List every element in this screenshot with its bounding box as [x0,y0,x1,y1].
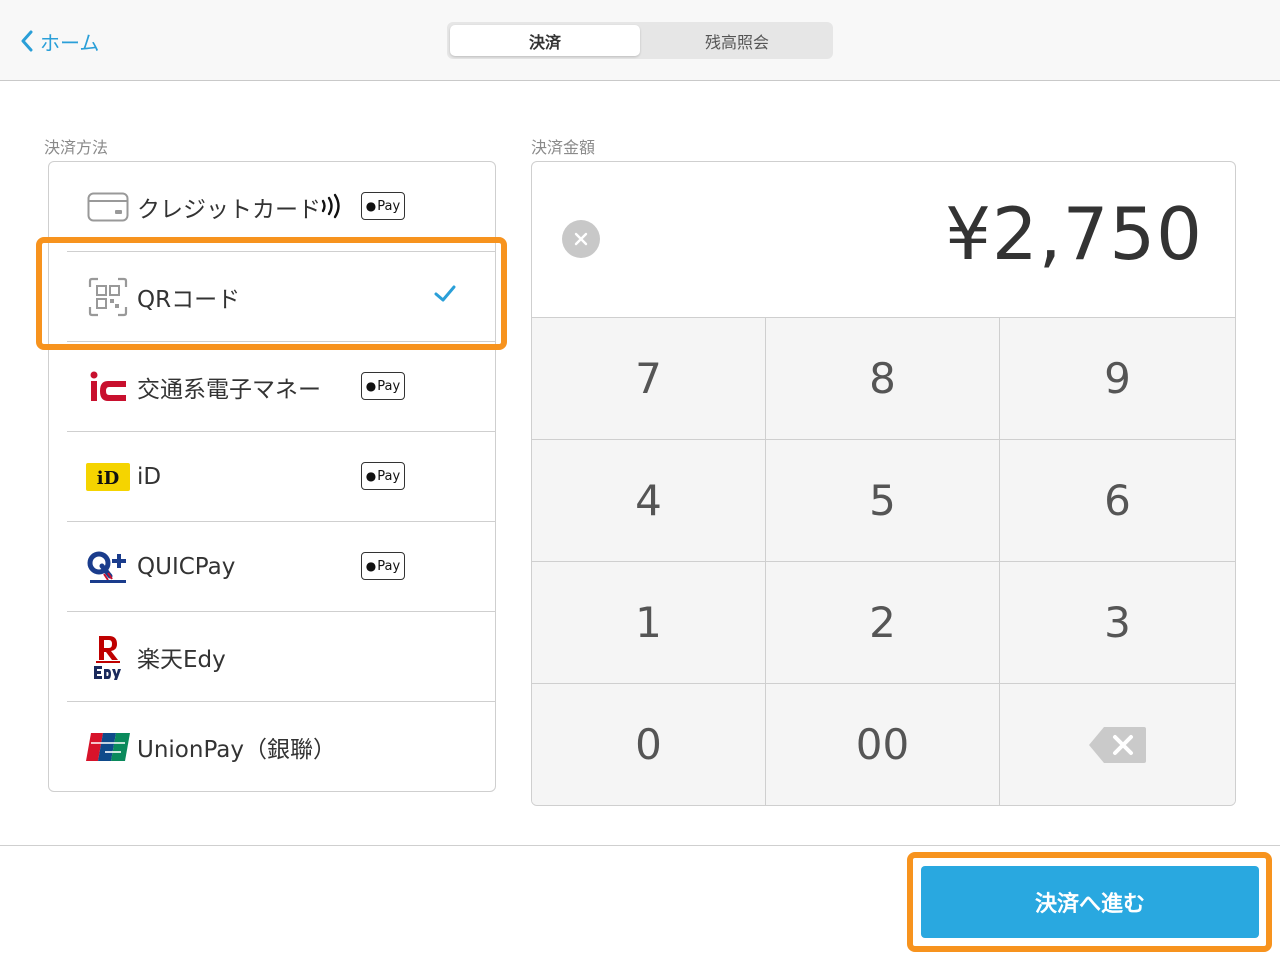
transit-ic-icon [85,364,131,410]
method-label: 交通系電子マネー [137,377,321,403]
apple-logo-icon: ● [365,559,377,573]
key-1[interactable]: 1 [532,562,766,684]
apple-pay-badge: ● Pay [361,462,405,490]
payment-method-list: クレジットカード ● Pay QRコード 交通系電子マネー ● Pay iD i… [48,161,496,792]
method-label: クレジットカード [137,197,321,223]
back-button[interactable]: ホーム [20,26,99,56]
close-icon [574,232,588,246]
method-transit-ic[interactable]: 交通系電子マネー ● Pay [49,342,495,432]
method-credit-card[interactable]: クレジットカード ● Pay [49,162,495,252]
key-8[interactable]: 8 [766,318,1000,440]
apple-pay-badge: ● Pay [361,372,405,400]
key-2[interactable]: 2 [766,562,1000,684]
tab-payment[interactable]: 決済 [450,25,640,56]
method-label: QRコード [137,287,241,313]
rakuten-edy-logo-icon [85,634,131,680]
method-quicpay[interactable]: QUICPay ● Pay [49,522,495,612]
method-id[interactable]: iD iD ● Pay [49,432,495,522]
tab-balance-inquiry[interactable]: 残高照会 [642,25,832,56]
amount-display-row: ¥2,750 [532,162,1235,318]
apple-pay-text: Pay [377,378,401,394]
payment-method-heading: 決済方法 [44,138,109,157]
svg-text:iD: iD [97,468,119,489]
credit-card-icon [85,184,131,230]
method-label: UnionPay（銀聯） [137,737,336,763]
backspace-icon [1088,726,1146,763]
key-6[interactable]: 6 [1000,440,1235,562]
key-0[interactable]: 0 [532,684,766,805]
method-label: 楽天Edy [137,647,226,673]
clear-amount-button[interactable] [562,220,600,258]
key-4[interactable]: 4 [532,440,766,562]
backspace-key[interactable] [1000,684,1235,805]
mode-segmented-control: 決済 残高照会 [447,22,833,59]
amount-keypad-panel: ¥2,750 7 8 9 4 5 6 1 2 3 0 00 [531,161,1236,806]
apple-pay-text: Pay [377,198,401,214]
payment-amount-heading: 決済金額 [531,138,596,157]
numeric-keypad: 7 8 9 4 5 6 1 2 3 0 00 [532,318,1235,805]
apple-pay-text: Pay [377,558,401,574]
apple-pay-text: Pay [377,468,401,484]
apple-logo-icon: ● [365,469,377,483]
apple-logo-icon: ● [365,379,377,393]
qr-code-icon [85,274,131,320]
key-00[interactable]: 00 [766,684,1000,805]
key-9[interactable]: 9 [1000,318,1235,440]
method-rakuten-edy[interactable]: 楽天Edy [49,612,495,702]
method-unionpay[interactable]: UnionPay（銀聯） [49,702,495,792]
quicpay-logo-icon [85,544,131,590]
unionpay-logo-icon [85,724,131,770]
back-label: ホーム [40,30,100,55]
header-bar: ホーム 決済 残高照会 [0,0,1280,81]
key-7[interactable]: 7 [532,318,766,440]
apple-pay-badge: ● Pay [361,192,405,220]
footer-divider [0,845,1280,846]
id-logo-icon: iD [85,454,131,500]
apple-logo-icon: ● [365,199,377,213]
key-3[interactable]: 3 [1000,562,1235,684]
amount-value: ¥2,750 [945,192,1203,276]
method-label: QUICPay [137,554,236,580]
method-label: iD [137,464,162,490]
contactless-icon [319,192,345,224]
checkmark-icon [433,284,457,308]
method-qr-code[interactable]: QRコード [49,252,495,342]
apple-pay-badge: ● Pay [361,552,405,580]
proceed-to-payment-button[interactable]: 決済へ進む [921,866,1259,938]
key-5[interactable]: 5 [766,440,1000,562]
chevron-left-icon [21,30,33,52]
